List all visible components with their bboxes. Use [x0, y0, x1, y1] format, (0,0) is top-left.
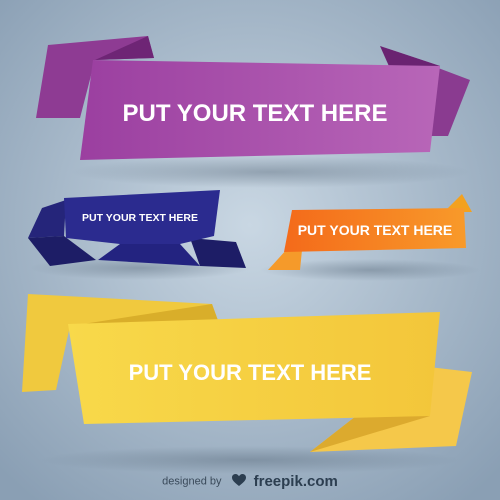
- freepik-logo-icon: [231, 473, 247, 490]
- footer-credit: designed by freepik.com: [0, 473, 500, 490]
- banner-label: PUT YOUR TEXT HERE: [123, 100, 388, 127]
- banner-label: PUT YOUR TEXT HERE: [82, 212, 198, 224]
- banner-canvas: PUT YOUR TEXT HERE PUT YOUR TEXT HERE PU…: [0, 0, 500, 500]
- banner-shadow: [70, 156, 470, 188]
- brand-name[interactable]: freepik.com: [254, 473, 338, 490]
- banner-label: PUT YOUR TEXT HERE: [298, 222, 453, 238]
- banner-shadow: [40, 446, 460, 474]
- banner-label: PUT YOUR TEXT HERE: [129, 360, 372, 385]
- credit-prefix: designed by: [162, 475, 222, 488]
